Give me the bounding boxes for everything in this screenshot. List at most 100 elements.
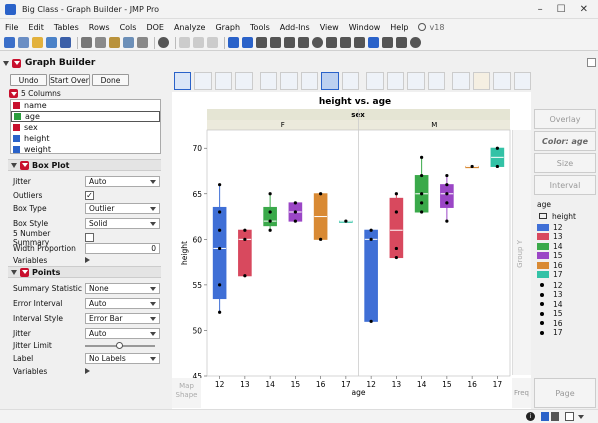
data-point[interactable] bbox=[445, 192, 449, 196]
column-item-age[interactable]: age bbox=[11, 111, 160, 122]
data-point[interactable] bbox=[369, 228, 373, 232]
map-shapes-element-icon[interactable] bbox=[493, 72, 511, 90]
outliers-checkbox[interactable]: ✓ bbox=[85, 191, 94, 200]
data-point[interactable] bbox=[394, 210, 398, 214]
smoother-element-icon[interactable] bbox=[194, 72, 212, 90]
five-number-checkbox[interactable] bbox=[85, 233, 94, 242]
menu-edit[interactable]: Edit bbox=[23, 23, 49, 32]
label-select[interactable]: No Labels bbox=[85, 353, 160, 364]
home-icon[interactable] bbox=[541, 412, 549, 421]
cut-icon[interactable] bbox=[81, 37, 92, 48]
legend-point-item-14[interactable]: 14 bbox=[537, 299, 563, 309]
magnifier-icon[interactable] bbox=[312, 37, 323, 48]
copy-icon[interactable] bbox=[95, 37, 106, 48]
data-point[interactable] bbox=[218, 310, 222, 314]
data-point[interactable] bbox=[319, 192, 323, 196]
legend-item-16[interactable]: 16 bbox=[537, 260, 563, 270]
size-zone[interactable]: Size bbox=[534, 153, 596, 173]
points-menu-icon[interactable] bbox=[20, 267, 29, 277]
line-element-icon[interactable] bbox=[259, 72, 278, 90]
polygon-icon[interactable] bbox=[396, 37, 407, 48]
collapse-icon[interactable] bbox=[11, 162, 17, 168]
undo-button[interactable]: Undo bbox=[10, 74, 47, 86]
treemap-element-icon[interactable] bbox=[407, 72, 425, 90]
data-point[interactable] bbox=[394, 192, 398, 196]
group-y-zone[interactable]: Group Y bbox=[512, 130, 531, 375]
script-icon[interactable] bbox=[123, 37, 134, 48]
data-point[interactable] bbox=[420, 192, 424, 196]
width-proportion-input[interactable]: 0 bbox=[85, 243, 160, 254]
summary-statistic-select[interactable]: None bbox=[85, 283, 160, 294]
caption-box-element-icon[interactable] bbox=[452, 72, 470, 90]
data-point[interactable] bbox=[420, 210, 424, 214]
data-point[interactable] bbox=[243, 228, 247, 232]
columns-menu-icon[interactable] bbox=[9, 89, 18, 98]
scroller-tool-icon[interactable] bbox=[270, 37, 281, 48]
histogram-element-icon[interactable] bbox=[341, 72, 360, 90]
data-point[interactable] bbox=[319, 237, 323, 241]
interval-zone[interactable]: Interval bbox=[534, 175, 596, 195]
maximize-icon[interactable]: ☐ bbox=[557, 4, 566, 15]
data-point[interactable] bbox=[495, 146, 499, 150]
box-F-14[interactable] bbox=[263, 206, 277, 227]
points-jitter-select[interactable]: Auto bbox=[85, 328, 160, 339]
journal-icon[interactable] bbox=[137, 37, 148, 48]
window-list-icon[interactable] bbox=[565, 412, 574, 421]
collapse-icon[interactable] bbox=[3, 60, 9, 66]
menu-tables[interactable]: Tables bbox=[49, 23, 84, 32]
data-point[interactable] bbox=[218, 228, 222, 232]
panel-options-icon[interactable] bbox=[587, 58, 596, 67]
data-point[interactable] bbox=[445, 201, 449, 205]
legend-item-17[interactable]: 17 bbox=[537, 270, 563, 280]
data-point[interactable] bbox=[293, 210, 297, 214]
save-icon[interactable] bbox=[60, 37, 71, 48]
grabber-tool-icon[interactable] bbox=[284, 37, 295, 48]
lasso-tool-icon[interactable] bbox=[298, 37, 309, 48]
menu-analyze[interactable]: Analyze bbox=[169, 23, 211, 32]
data-point[interactable] bbox=[394, 255, 398, 260]
data-point[interactable] bbox=[394, 246, 398, 251]
minimize-icon[interactable]: – bbox=[538, 4, 543, 15]
column-item-sex[interactable]: sex bbox=[11, 122, 160, 133]
legend-item-14[interactable]: 14 bbox=[537, 241, 563, 251]
help-tool-icon[interactable] bbox=[242, 37, 253, 48]
box-plot-section-header[interactable]: Box Plot bbox=[8, 159, 161, 171]
selection-tool-icon[interactable] bbox=[256, 37, 267, 48]
jitter-limit-slider-handle[interactable] bbox=[116, 342, 123, 349]
map-shape-zone[interactable]: Map Shape bbox=[172, 378, 201, 408]
variables-expand-icon[interactable] bbox=[85, 368, 90, 374]
legend-item-15[interactable]: 15 bbox=[537, 251, 563, 261]
paste-icon[interactable] bbox=[109, 37, 120, 48]
data-point[interactable] bbox=[420, 201, 424, 205]
bar-element-icon[interactable] bbox=[280, 72, 298, 90]
info-icon[interactable]: i bbox=[526, 412, 535, 421]
close-icon[interactable]: ✕ bbox=[580, 4, 588, 15]
column-item-height[interactable]: height bbox=[11, 133, 160, 144]
jitter-select[interactable]: Auto bbox=[85, 176, 160, 187]
formula-element-icon[interactable] bbox=[472, 72, 491, 90]
data-point[interactable] bbox=[268, 210, 272, 214]
line-tool-icon[interactable] bbox=[340, 37, 351, 48]
data-point[interactable] bbox=[243, 274, 247, 278]
color-zone[interactable]: Color: age bbox=[534, 131, 596, 151]
done-button[interactable]: Done bbox=[92, 74, 129, 86]
points-element-icon[interactable] bbox=[174, 72, 192, 90]
help-icon[interactable] bbox=[417, 23, 426, 31]
layout-icon[interactable] bbox=[207, 37, 218, 48]
new-icon[interactable] bbox=[4, 37, 15, 48]
box-plot-element-icon[interactable] bbox=[321, 72, 339, 90]
points-section-header[interactable]: Points bbox=[8, 266, 161, 278]
page-zone[interactable]: Page bbox=[534, 378, 596, 408]
search-icon[interactable] bbox=[158, 37, 169, 48]
legend-item-12[interactable]: 12 bbox=[537, 222, 563, 232]
ellipse-icon[interactable] bbox=[410, 37, 421, 48]
menu-doe[interactable]: DOE bbox=[141, 23, 169, 32]
data-point[interactable] bbox=[243, 237, 247, 241]
data-point[interactable] bbox=[470, 164, 474, 169]
data-point[interactable] bbox=[495, 164, 499, 169]
y-axis-label[interactable]: height bbox=[180, 241, 189, 265]
box-style-select[interactable]: Solid bbox=[85, 218, 160, 229]
legend-point-item-13[interactable]: 13 bbox=[537, 290, 563, 300]
data-point[interactable] bbox=[344, 219, 348, 223]
arrow-tool-icon[interactable] bbox=[228, 37, 239, 48]
